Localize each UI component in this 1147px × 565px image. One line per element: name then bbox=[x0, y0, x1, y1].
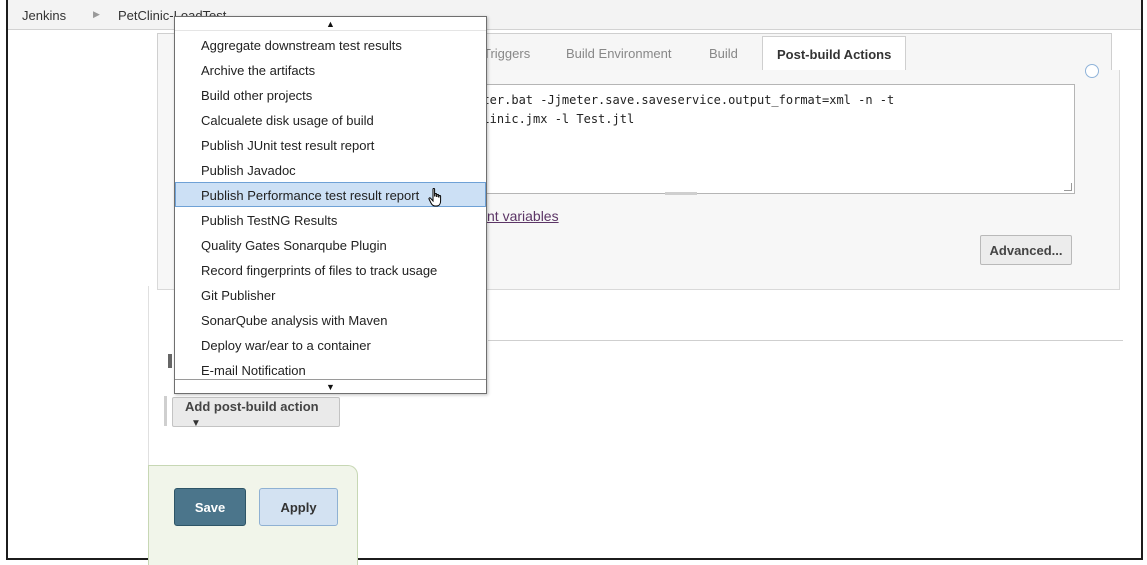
add-post-build-action-label: Add post-build action bbox=[185, 399, 319, 414]
tab-build[interactable]: Build bbox=[709, 46, 738, 61]
environment-variables-link[interactable]: nt variables bbox=[487, 208, 559, 224]
menu-item[interactable]: Deploy war/ear to a container bbox=[175, 332, 486, 357]
tab-post-build-actions[interactable]: Post-build Actions bbox=[762, 36, 907, 72]
menu-item[interactable]: Git Publisher bbox=[175, 282, 486, 307]
help-icon[interactable] bbox=[1085, 64, 1099, 78]
command-textarea[interactable]: meter.bat -Jjmeter.save.saveservice.outp… bbox=[465, 84, 1075, 194]
menu-item[interactable]: Build other projects bbox=[175, 82, 486, 107]
advanced-button[interactable]: Advanced... bbox=[980, 235, 1072, 265]
breadcrumb-jenkins[interactable]: Jenkins bbox=[22, 8, 66, 23]
menu-item[interactable]: Publish TestNG Results bbox=[175, 207, 486, 232]
textarea-drag-handle[interactable] bbox=[665, 192, 697, 195]
menu-item[interactable]: SonarQube analysis with Maven bbox=[175, 307, 486, 332]
command-line-1: meter.bat -Jjmeter.save.saveservice.outp… bbox=[468, 93, 895, 107]
hand-pointer-icon bbox=[428, 188, 442, 207]
apply-button[interactable]: Apply bbox=[259, 488, 338, 526]
menu-item[interactable]: Archive the artifacts bbox=[175, 57, 486, 82]
section-marker bbox=[168, 354, 172, 368]
tab-triggers[interactable]: Triggers bbox=[483, 46, 530, 61]
command-line-2: tClinic.jmx -l Test.jtl bbox=[468, 112, 635, 126]
add-post-build-action-button[interactable]: Add post-build action ▼ bbox=[172, 397, 340, 429]
add-action-bar bbox=[164, 396, 167, 426]
caret-down-icon: ▼ bbox=[191, 418, 201, 429]
section-divider bbox=[488, 340, 1123, 341]
save-button[interactable]: Save bbox=[174, 488, 246, 526]
scroll-up-arrow-icon[interactable]: ▲ bbox=[175, 17, 486, 31]
breadcrumb-separator-icon: ▶ bbox=[93, 9, 100, 19]
menu-item[interactable]: Publish JUnit test result report bbox=[175, 132, 486, 157]
resize-grip-icon[interactable] bbox=[1064, 183, 1072, 191]
scroll-down-arrow-icon[interactable]: ▼ bbox=[175, 379, 486, 393]
menu-item[interactable]: Publish Javadoc bbox=[175, 157, 486, 182]
menu-item[interactable]: Calcualete disk usage of build bbox=[175, 107, 486, 132]
tab-build-environment[interactable]: Build Environment bbox=[566, 46, 672, 61]
menu-item[interactable]: Record fingerprints of files to track us… bbox=[175, 257, 486, 282]
menu-item[interactable]: Quality Gates Sonarqube Plugin bbox=[175, 232, 486, 257]
menu-item[interactable]: Aggregate downstream test results bbox=[175, 32, 486, 57]
